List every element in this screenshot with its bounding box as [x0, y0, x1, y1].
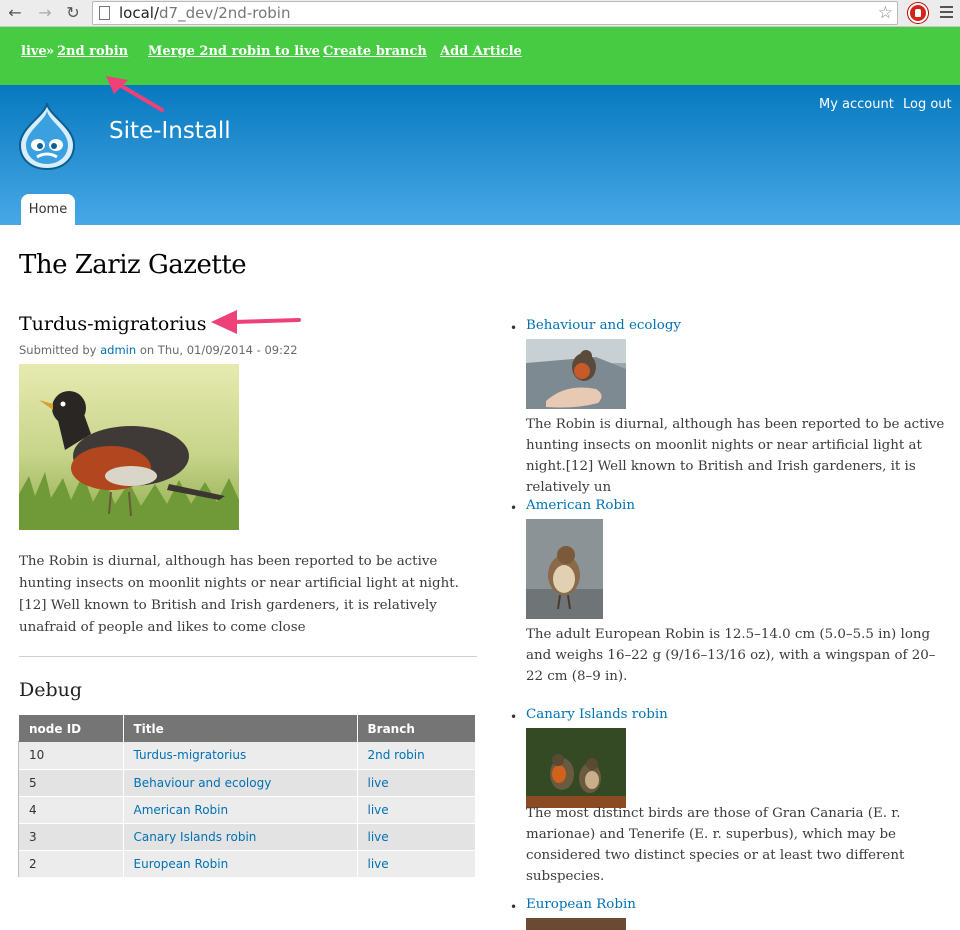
create-branch-link[interactable]: Create branch	[323, 44, 427, 59]
column-header: Title	[123, 715, 358, 742]
title-link[interactable]: Canary Islands robin	[134, 830, 257, 844]
table-header-row: node ID Title Branch	[19, 715, 476, 742]
crumb-live-link[interactable]: live	[21, 44, 47, 59]
site-header: Site-Install My account Log out Home	[0, 85, 960, 225]
column-header: node ID	[19, 715, 124, 742]
submitted-info: Submitted by admin on Thu, 01/09/2014 - …	[19, 343, 298, 357]
article-teaser: The Robin is diurnal, although has been …	[526, 417, 945, 495]
title-link[interactable]: Behaviour and ecology	[134, 776, 272, 790]
article-title-link[interactable]: Behaviour and ecology	[526, 318, 681, 333]
article-title-link[interactable]: American Robin	[526, 498, 635, 513]
node-title[interactable]: Turdus-migratorius	[19, 313, 206, 335]
debug-table: node ID Title Branch 10 Turdus-migratori…	[19, 715, 476, 878]
forward-arrow-icon[interactable]: →	[36, 4, 54, 22]
nid-cell: 5	[19, 769, 124, 797]
nid-cell: 4	[19, 796, 124, 824]
thumbnail-image[interactable]	[526, 728, 626, 808]
title-link[interactable]: Turdus-migratorius	[134, 748, 247, 762]
branch-link[interactable]: live	[368, 857, 389, 871]
bullet-icon: •	[510, 321, 518, 335]
table-row: 3 Canary Islands robin live	[19, 823, 476, 851]
bookmark-star-icon[interactable]: ☆	[878, 3, 893, 23]
bullet-icon: •	[510, 900, 518, 914]
branch-link[interactable]: live	[368, 776, 389, 790]
bullet-icon: •	[510, 710, 518, 724]
log-out-link[interactable]: Log out	[903, 97, 952, 112]
crumb-separator: »	[46, 44, 55, 59]
my-account-link[interactable]: My account	[819, 97, 894, 112]
site-name[interactable]: Site-Install	[109, 118, 231, 144]
address-bar[interactable]: local/d7_dev/2nd-robin ☆	[92, 1, 898, 25]
reload-icon[interactable]: ↻	[64, 4, 82, 22]
robin-image	[19, 364, 239, 530]
nid-cell: 10	[19, 742, 124, 770]
annotation-arrow-icon	[211, 310, 301, 334]
table-row: 2 European Robin live	[19, 850, 476, 878]
branch-link[interactable]: live	[368, 830, 389, 844]
article-title-link[interactable]: Canary Islands robin	[526, 707, 668, 722]
drupal-logo-icon[interactable]	[18, 101, 76, 171]
crumb-branch-link[interactable]: 2nd robin	[57, 44, 128, 59]
table-row: 5 Behaviour and ecology live	[19, 769, 476, 797]
bullet-icon: •	[510, 501, 518, 515]
nid-cell: 3	[19, 823, 124, 851]
merge-link[interactable]: Merge 2nd robin to live	[148, 44, 320, 59]
table-left-border	[18, 741, 19, 877]
node-body: The Robin is diurnal, although has been …	[19, 554, 459, 635]
divider	[19, 656, 477, 657]
thumbnail-image[interactable]	[526, 918, 626, 930]
stop-extension-icon[interactable]	[908, 3, 928, 23]
branch-link[interactable]: 2nd robin	[368, 748, 425, 762]
browser-toolbar: ← → ↻ local/d7_dev/2nd-robin ☆	[0, 0, 960, 27]
nid-cell: 2	[19, 850, 124, 878]
title-link[interactable]: European Robin	[134, 857, 229, 871]
branch-link[interactable]: live	[368, 803, 389, 817]
back-arrow-icon[interactable]: ←	[6, 4, 24, 22]
thumbnail-image[interactable]	[526, 519, 603, 619]
table-row: 10 Turdus-migratorius 2nd robin	[19, 742, 476, 770]
author-link[interactable]: admin	[100, 343, 136, 357]
page-icon	[99, 6, 110, 20]
thumbnail-image[interactable]	[526, 339, 626, 409]
tab-home[interactable]: Home	[21, 194, 75, 225]
add-article-link[interactable]: Add Article	[440, 44, 522, 59]
column-header: Branch	[357, 715, 476, 742]
article-teaser: The adult European Robin is 12.5–14.0 cm…	[526, 627, 936, 684]
title-link[interactable]: American Robin	[134, 803, 229, 817]
branch-toolbar: live » 2nd robin Merge 2nd robin to live…	[0, 27, 960, 85]
address-text: local/d7_dev/2nd-robin	[119, 4, 291, 22]
article-teaser: The most distinct birds are those of Gra…	[526, 806, 905, 884]
article-title-link[interactable]: European Robin	[526, 897, 636, 912]
debug-title: Debug	[19, 679, 83, 701]
browser-menu-icon[interactable]	[940, 6, 953, 20]
page-title: The Zariz Gazette	[19, 250, 247, 280]
table-row: 4 American Robin live	[19, 796, 476, 824]
